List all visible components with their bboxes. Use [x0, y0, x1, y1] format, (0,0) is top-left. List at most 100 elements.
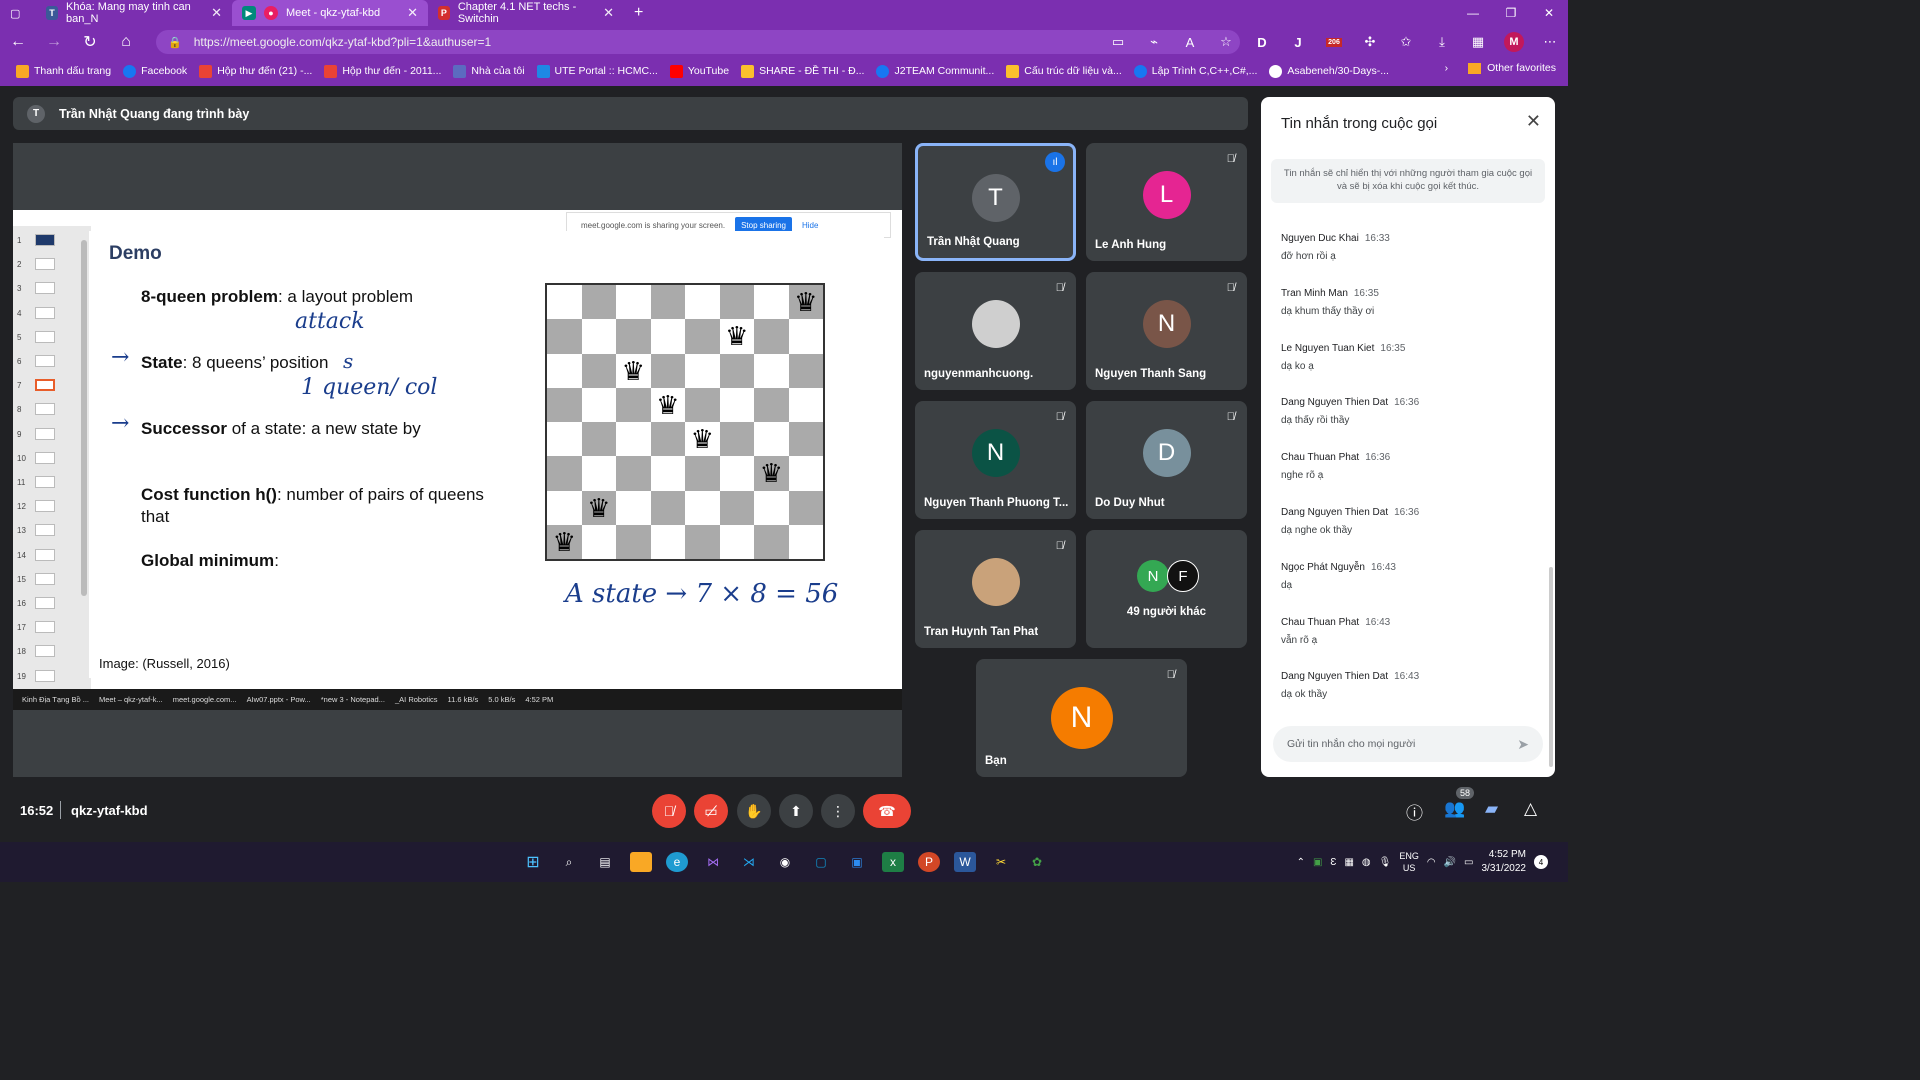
- extension-j-icon[interactable]: J: [1280, 35, 1316, 50]
- close-icon[interactable]: ✕: [1526, 111, 1541, 132]
- teams-icon[interactable]: ▣: [846, 852, 868, 872]
- tab-chapter[interactable]: P Chapter 4.1 NET techs - Switchin ✕: [428, 0, 624, 26]
- close-icon[interactable]: ✕: [211, 5, 222, 21]
- extension-d-icon[interactable]: D: [1244, 35, 1280, 50]
- slide-thumbnail[interactable]: [35, 572, 55, 585]
- snipping-icon[interactable]: ✂: [990, 852, 1012, 872]
- slide-thumbnail[interactable]: [35, 403, 55, 416]
- vscode-icon[interactable]: ⋊: [738, 852, 760, 872]
- slide-thumbnail[interactable]: [35, 451, 55, 464]
- info-icon[interactable]: ⓘ: [1406, 799, 1423, 824]
- paint-icon[interactable]: ✿: [1026, 852, 1048, 872]
- file-explorer-icon[interactable]: [630, 852, 652, 872]
- other-favorites[interactable]: › Other favorites: [1445, 62, 1556, 74]
- slide-thumbnail[interactable]: [35, 306, 55, 319]
- camera-toggle-button[interactable]: ▭̸: [694, 794, 728, 828]
- clock[interactable]: 4:52 PM 3/31/2022: [1482, 848, 1527, 876]
- close-window-icon[interactable]: ✕: [1530, 0, 1568, 26]
- battery-icon[interactable]: ▭: [1464, 857, 1473, 868]
- chat-scrollbar[interactable]: [1549, 567, 1553, 767]
- self-tile[interactable]: 🎙̸ N Bạn: [976, 659, 1187, 777]
- profile-avatar[interactable]: M: [1496, 32, 1532, 52]
- visual-studio-icon[interactable]: ⋈: [702, 852, 724, 872]
- favorites-icon[interactable]: ✩: [1388, 34, 1424, 50]
- windows-start-icon[interactable]: ⊞: [522, 852, 544, 872]
- slide-thumbnail[interactable]: [35, 355, 55, 367]
- more-icon[interactable]: ⋯: [1532, 34, 1568, 50]
- slide-thumbnail[interactable]: [35, 621, 55, 634]
- app-icon[interactable]: ▢: [810, 852, 832, 872]
- leave-call-button[interactable]: ☎: [863, 794, 911, 828]
- participant-tile[interactable]: 🎙̸ N Nguyen Thanh Phuong T...: [915, 401, 1076, 519]
- address-bar[interactable]: 🔒 https://meet.google.com/qkz-ytaf-kbd?p…: [156, 30, 1240, 54]
- bookmark-item[interactable]: Facebook: [117, 64, 193, 78]
- more-options-button[interactable]: ⋮: [821, 794, 855, 828]
- participant-tile[interactable]: 🎙̸ L Le Anh Hung: [1086, 143, 1247, 261]
- slide-thumbnail[interactable]: [35, 645, 55, 658]
- bookmark-item[interactable]: Cấu trúc dữ liệu và...: [1000, 64, 1128, 78]
- slide-thumbnail[interactable]: [35, 234, 55, 246]
- search-icon[interactable]: ⌕: [558, 852, 580, 872]
- chevron-up-icon[interactable]: ⌃: [1297, 857, 1305, 868]
- extension-badge-icon[interactable]: 206: [1316, 37, 1352, 47]
- participant-tile[interactable]: ıl T Trần Nhật Quang: [915, 143, 1076, 261]
- powerpoint-icon[interactable]: P: [918, 852, 940, 872]
- others-tile[interactable]: N F 49 người khác: [1086, 530, 1247, 648]
- bookmark-item[interactable]: Hộp thư đến - 2011...: [318, 64, 447, 78]
- download-icon[interactable]: ⤓: [1424, 34, 1460, 50]
- slide-thumbnail[interactable]: [35, 597, 55, 609]
- volume-icon[interactable]: 🔊: [1444, 857, 1456, 868]
- slide-thumbnail[interactable]: [35, 282, 55, 295]
- thumbnail-scrollbar[interactable]: [81, 240, 87, 596]
- slide-thumbnail[interactable]: [35, 427, 55, 440]
- slide-thumbnail[interactable]: [35, 258, 55, 271]
- home-icon[interactable]: ⌂: [108, 33, 144, 51]
- tray-app-icon[interactable]: Ɛ: [1330, 857, 1336, 868]
- tray-app-icon[interactable]: ◍: [1362, 857, 1371, 868]
- bookmark-item[interactable]: J2TEAM Communit...: [870, 64, 1000, 78]
- read-aloud-icon[interactable]: A: [1172, 35, 1208, 50]
- puzzle-icon[interactable]: ✣: [1352, 34, 1388, 50]
- bookmark-item[interactable]: Asabeneh/30-Days-...: [1263, 64, 1395, 78]
- activities-icon[interactable]: △: [1524, 799, 1537, 819]
- notification-badge[interactable]: 4: [1534, 855, 1548, 869]
- forward-icon[interactable]: →: [36, 33, 72, 51]
- tab-khoa[interactable]: T Khóa: Mang may tinh can ban_N ✕: [36, 0, 232, 26]
- slide-thumbnail[interactable]: [35, 500, 55, 513]
- tray-app-icon[interactable]: ▦: [1344, 857, 1353, 868]
- edge-icon[interactable]: e: [666, 852, 688, 872]
- tab-actions-icon[interactable]: ▢: [0, 0, 36, 26]
- slide-thumbnail[interactable]: [35, 669, 55, 682]
- collections-icon[interactable]: ▦: [1460, 34, 1496, 50]
- bookmark-item[interactable]: UTE Portal :: HCMC...: [531, 64, 664, 78]
- raise-hand-button[interactable]: ✋: [737, 794, 771, 828]
- widgets-icon[interactable]: ▤: [594, 852, 616, 872]
- bookmark-item[interactable]: Hộp thư đến (21) -...: [193, 64, 318, 78]
- word-icon[interactable]: W: [954, 852, 976, 872]
- bookmark-item[interactable]: Thanh dấu trang: [10, 64, 117, 78]
- chat-input[interactable]: Gửi tin nhắn cho mọi người ➤: [1273, 726, 1543, 762]
- restore-icon[interactable]: ❐: [1492, 0, 1530, 26]
- slide-thumbnail[interactable]: [35, 476, 55, 488]
- close-icon[interactable]: ✕: [407, 5, 418, 21]
- slide-thumbnail[interactable]: [35, 330, 55, 343]
- minimize-icon[interactable]: —: [1454, 0, 1492, 26]
- participant-tile[interactable]: 🎙̸ N Nguyen Thanh Sang: [1086, 272, 1247, 390]
- add-favorite-icon[interactable]: ☆: [1208, 34, 1244, 50]
- slide-thumbnail[interactable]: [35, 548, 55, 561]
- present-button[interactable]: ⬆: [779, 794, 813, 828]
- language-indicator[interactable]: ENG US: [1399, 850, 1419, 874]
- new-tab-button[interactable]: +: [624, 0, 653, 26]
- tray-app-icon[interactable]: ▣: [1313, 857, 1322, 868]
- participant-tile[interactable]: 🎙̸ D Do Duy Nhut: [1086, 401, 1247, 519]
- mic-icon[interactable]: 🎙: [1379, 857, 1392, 868]
- tab-meet[interactable]: ▶ ● Meet - qkz-ytaf-kbd ✕: [232, 0, 428, 26]
- chevron-right-icon[interactable]: ›: [1445, 62, 1449, 74]
- bookmark-item[interactable]: YouTube: [664, 64, 735, 78]
- hide-button[interactable]: Hide: [802, 221, 818, 230]
- bell-off-icon[interactable]: ⌁: [1136, 34, 1172, 50]
- bookmark-item[interactable]: Nhà của tôi: [447, 64, 530, 78]
- slide-thumbnail[interactable]: [35, 524, 55, 537]
- chat-icon[interactable]: ▰: [1485, 799, 1498, 819]
- participant-tile[interactable]: 🎙̸ nguyenmanhcuong.: [915, 272, 1076, 390]
